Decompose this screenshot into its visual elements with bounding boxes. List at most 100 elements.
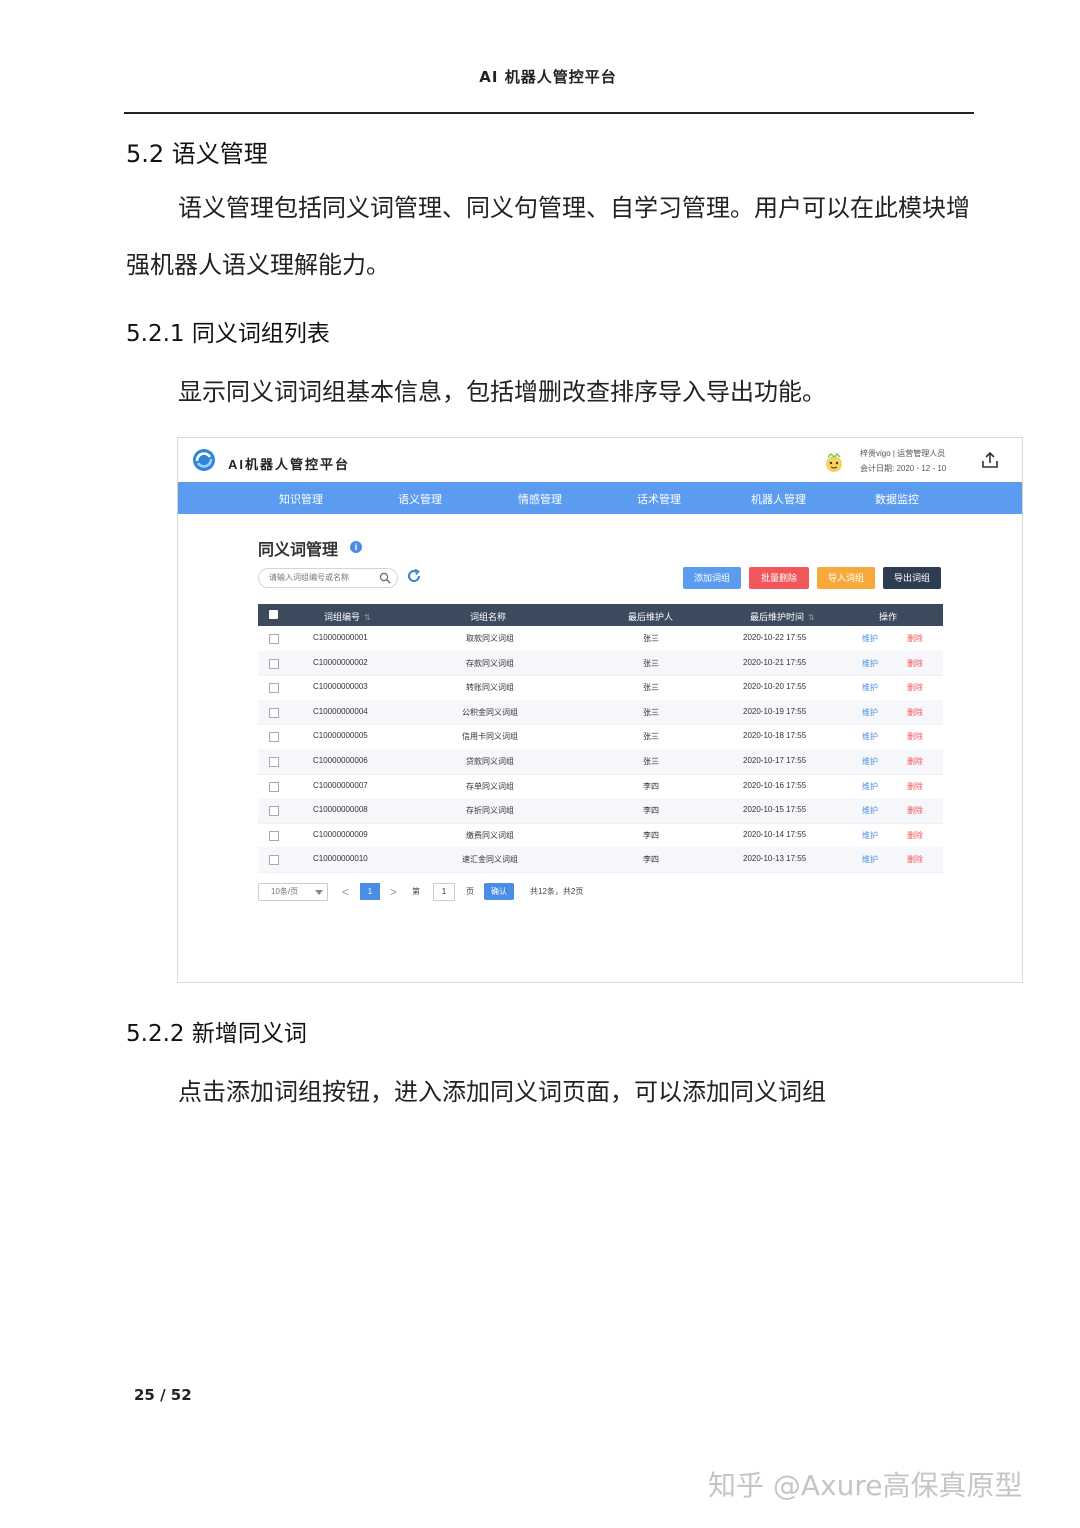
cell-name: 公积金同义词组: [462, 707, 518, 717]
page-unit-label: 页: [466, 887, 474, 896]
table-row: C10000000008 存折同义词组 李四 2020-10-15 17:55 维护 删除: [258, 798, 943, 824]
page-number: 25 / 52: [134, 1386, 192, 1404]
search-box: [258, 568, 398, 588]
cell-time: 2020-10-14 17:55: [743, 829, 807, 839]
edit-link[interactable]: 维护: [862, 756, 878, 767]
edit-link[interactable]: 维护: [862, 805, 878, 816]
delete-link[interactable]: 删除: [907, 805, 923, 816]
delete-link[interactable]: 删除: [907, 731, 923, 742]
delete-link[interactable]: 删除: [907, 781, 923, 792]
delete-link[interactable]: 删除: [907, 633, 923, 644]
nav-semantics[interactable]: 语义管理: [398, 491, 442, 507]
cell-name: 速汇金同义词组: [462, 855, 518, 865]
cell-maintainer: 张三: [643, 757, 659, 766]
cell-time: 2020-10-21 17:55: [743, 657, 807, 667]
column-header-code[interactable]: 词组编号 ⇅: [324, 610, 371, 623]
search-icon[interactable]: [379, 572, 391, 584]
cell-maintainer: 张三: [643, 707, 659, 717]
user-avatar-icon[interactable]: [822, 450, 846, 474]
delete-link[interactable]: 删除: [907, 830, 923, 841]
edit-link[interactable]: 维护: [862, 854, 878, 865]
table-row: C10000000010 速汇金同义词组 李四 2020-10-13 17:55 维护 删…: [258, 847, 943, 873]
table-row: C10000000007 存单同义词组 李四 2020-10-16 17:55 维护 删除: [258, 774, 943, 800]
cell-name: 转账同义词组: [466, 683, 514, 693]
table-row: C10000000003 转账同义词组 张三 2020-10-20 17:55 维护 删除: [258, 675, 943, 701]
table-row: C10000000001 取款同义词组 张三 2020-10-22 17:55 维护 删除: [258, 626, 943, 652]
user-name: 梓贵vigo | 运营管理人员: [860, 449, 946, 458]
cell-name: 存折同义词组: [466, 806, 514, 816]
delete-link[interactable]: 删除: [907, 756, 923, 767]
row-checkbox[interactable]: [269, 757, 279, 767]
delete-link[interactable]: 删除: [907, 682, 923, 693]
column-header-actions: 操作: [879, 612, 898, 622]
cell-name: 信用卡同义词组: [462, 732, 518, 742]
current-page-button[interactable]: 1: [360, 883, 380, 900]
nav-robot[interactable]: 机器人管理: [751, 491, 806, 507]
header-divider: [124, 112, 974, 114]
nav-script[interactable]: 话术管理: [637, 491, 681, 507]
row-checkbox[interactable]: [269, 658, 279, 669]
sort-icon[interactable]: ⇅: [364, 613, 371, 622]
edit-link[interactable]: 维护: [862, 781, 878, 792]
next-page-button[interactable]: >: [390, 885, 397, 899]
prev-page-button[interactable]: <: [342, 885, 349, 899]
table-row: C10000000004 公积金同义词组 张三 2020-10-19 17:55 维护 删…: [258, 699, 943, 726]
cell-maintainer: 李四: [643, 806, 659, 816]
document-header: AI 机器人管控平台: [479, 68, 617, 86]
edit-link[interactable]: 维护: [862, 731, 878, 742]
cell-name: 存款同义词组: [466, 658, 514, 668]
select-all-checkbox[interactable]: [269, 610, 278, 619]
upload-icon[interactable]: [980, 450, 1000, 470]
cell-name: 贷款同义词组: [466, 757, 514, 766]
edit-link[interactable]: 维护: [862, 707, 878, 718]
delete-link[interactable]: 删除: [907, 854, 923, 865]
row-checkbox[interactable]: [269, 634, 279, 644]
main-nav: 知识管理 语义管理 情感管理 话术管理 机器人管理 数据监控: [178, 482, 1022, 514]
edit-link[interactable]: 维护: [862, 682, 878, 693]
row-checkbox[interactable]: [269, 781, 279, 792]
batch-delete-button[interactable]: 批量删除: [749, 567, 809, 589]
page-title: 同义词管理: [258, 542, 339, 559]
screenshot-figure: AI机器人管控平台 梓贵vigo | 运营管理人员 会计日期: 2020 - 1…: [177, 437, 1023, 983]
sort-icon[interactable]: ⇅: [808, 613, 815, 622]
cell-time: 2020-10-20 17:55: [743, 682, 807, 692]
cell-time: 2020-10-19 17:55: [743, 706, 807, 716]
row-checkbox[interactable]: [269, 830, 279, 841]
page-size-select[interactable]: 10条/页: [258, 883, 328, 901]
row-checkbox[interactable]: [269, 855, 279, 866]
refresh-icon[interactable]: [406, 568, 422, 584]
row-checkbox[interactable]: [269, 683, 279, 694]
goto-page-input[interactable]: 1: [433, 883, 455, 901]
intro-paragraph: 语义管理包括同义词管理、同义句管理、自学习管理。用户可以在此模块增强机器人语义理…: [126, 194, 970, 279]
search-input[interactable]: [269, 571, 373, 584]
row-checkbox[interactable]: [269, 806, 279, 817]
edit-link[interactable]: 维护: [862, 633, 878, 644]
export-group-button[interactable]: 导出词组: [883, 567, 941, 589]
table-row: C10000000006 贷款同义词组 张三 2020-10-17 17:55 维护 删除: [258, 749, 943, 775]
app-header: AI机器人管控平台 梓贵vigo | 运营管理人员 会计日期: 2020 - 1…: [178, 438, 1022, 482]
nav-knowledge[interactable]: 知识管理: [279, 491, 323, 507]
cell-code: C10000000009: [313, 829, 368, 839]
import-group-button[interactable]: 导入词组: [817, 567, 875, 589]
delete-link[interactable]: 删除: [907, 658, 923, 669]
edit-link[interactable]: 维护: [862, 830, 878, 841]
row-checkbox[interactable]: [269, 707, 279, 718]
table-header: 词组编号 ⇅ 词组名称 最后维护人 最后维护时间 ⇅ 操作: [258, 604, 943, 626]
cell-code: C10000000006: [313, 756, 368, 765]
column-header-time[interactable]: 最后维护时间 ⇅: [750, 610, 815, 623]
nav-emotion[interactable]: 情感管理: [518, 491, 562, 507]
add-group-button[interactable]: 添加词组: [683, 567, 741, 589]
info-icon[interactable]: i: [350, 541, 362, 553]
delete-link[interactable]: 删除: [907, 707, 923, 718]
cell-maintainer: 李四: [643, 855, 659, 865]
cell-code: C10000000005: [313, 731, 368, 741]
cell-time: 2020-10-16 17:55: [743, 780, 807, 790]
nav-monitor[interactable]: 数据监控: [875, 491, 919, 507]
accounting-date: 会计日期: 2020 - 12 - 10: [860, 464, 947, 473]
cell-code: C10000000004: [313, 706, 368, 716]
edit-link[interactable]: 维护: [862, 658, 878, 669]
cell-time: 2020-10-17 17:55: [743, 756, 807, 765]
section-heading-5-2-2: 5.2.2 新增同义词: [126, 1021, 307, 1047]
row-checkbox[interactable]: [269, 732, 279, 743]
goto-confirm-button[interactable]: 确认: [484, 883, 514, 900]
